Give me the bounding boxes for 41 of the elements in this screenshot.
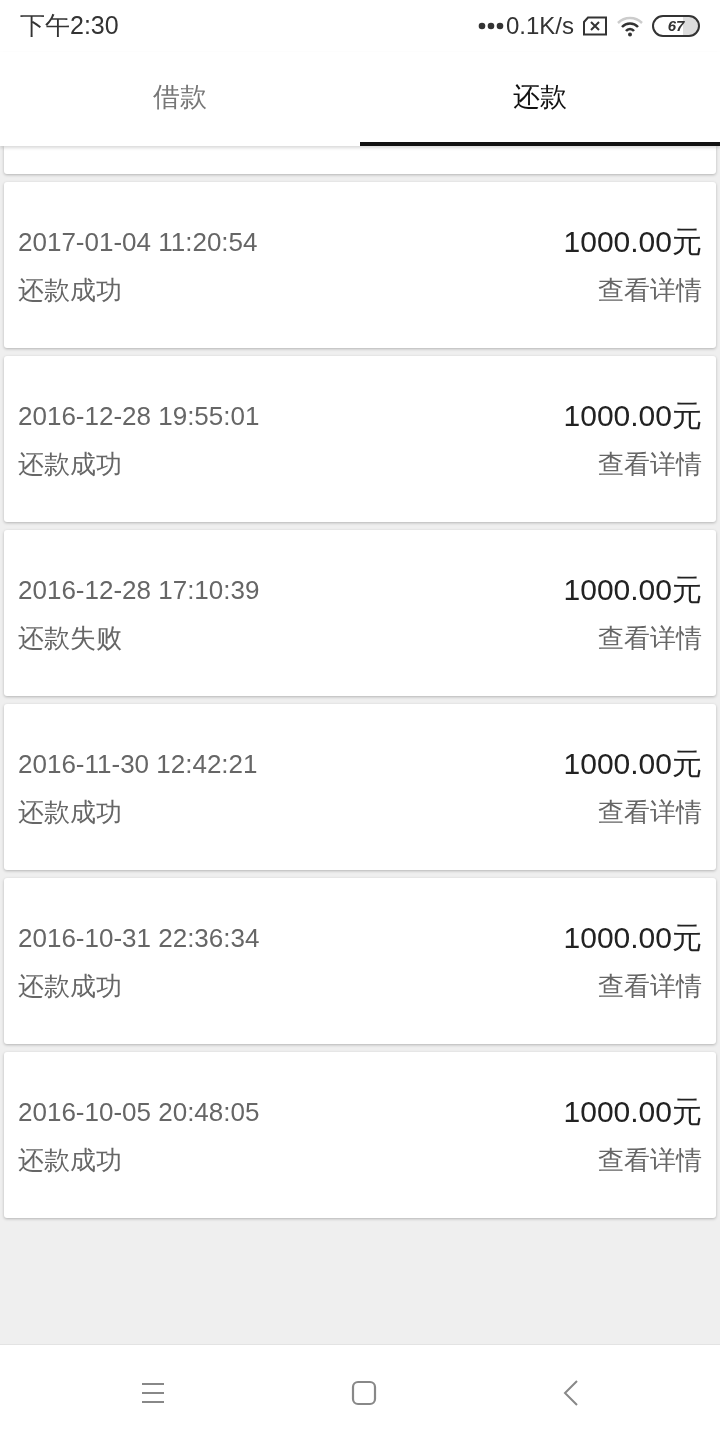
record-time: 2016-12-28 17:10:39 xyxy=(18,574,260,607)
record-time: 2016-10-05 20:48:05 xyxy=(18,1096,260,1129)
record-amount: 1000.00元 xyxy=(563,398,702,434)
record-amount: 1000.00元 xyxy=(563,746,702,782)
details-link[interactable]: 查看详情 xyxy=(598,962,702,1010)
record-time: 2017-01-04 11:20:54 xyxy=(18,226,258,259)
record-card[interactable]: 2016-12-28 19:55:01 还款成功 1000.00元 查看详情 xyxy=(4,356,716,522)
record-amount: 1000.00元 xyxy=(563,572,702,608)
record-amount: 1000.00元 xyxy=(563,920,702,956)
details-link[interactable]: 查看详情 xyxy=(598,788,702,836)
details-link[interactable]: 查看详情 xyxy=(598,266,702,314)
details-link[interactable]: 查看详情 xyxy=(598,1136,702,1184)
record-card[interactable]: 2016-12-28 17:10:39 还款失败 1000.00元 查看详情 xyxy=(4,530,716,696)
menu-icon[interactable] xyxy=(141,1381,165,1404)
home-icon[interactable] xyxy=(351,1379,377,1406)
record-status: 还款成功 xyxy=(18,448,123,481)
back-icon[interactable] xyxy=(563,1379,579,1406)
record-card[interactable]: 2016-10-05 20:48:05 还款成功 1000.00元 查看详情 xyxy=(4,1052,716,1218)
record-card[interactable]: 2016-11-30 12:42:21 还款成功 1000.00元 查看详情 xyxy=(4,704,716,870)
record-time: 2016-12-28 19:55:01 xyxy=(18,400,260,433)
record-status: 还款成功 xyxy=(18,970,123,1003)
sim-card-icon xyxy=(582,16,608,36)
record-time: 2016-10-31 22:36:34 xyxy=(18,922,260,955)
network-speed: 0.1K/s xyxy=(505,11,574,41)
tab[interactable]: 借款 xyxy=(0,52,360,146)
record-status: 还款成功 xyxy=(18,1144,123,1177)
record-card[interactable]: 2017-01-04 11:20:54 还款成功 1000.00元 查看详情 xyxy=(4,182,716,348)
record-amount: 1000.00元 xyxy=(563,224,702,260)
record-status: 还款成功 xyxy=(18,796,123,829)
details-link[interactable]: 查看详情 xyxy=(598,614,702,662)
record-time: 2016-11-30 12:42:21 xyxy=(18,748,258,781)
wifi-icon xyxy=(616,15,644,37)
record-card[interactable]: 2016-10-31 22:36:34 还款成功 1000.00元 查看详情 xyxy=(4,878,716,1044)
dots-icon xyxy=(477,22,504,30)
status-time: 下午2:30 xyxy=(20,10,119,42)
tab[interactable]: 还款 xyxy=(360,52,720,146)
battery-indicator: 67 xyxy=(652,15,700,37)
record-status: 还款成功 xyxy=(18,274,123,307)
details-link[interactable]: 查看详情 xyxy=(598,440,702,488)
record-amount: 1000.00元 xyxy=(563,1094,702,1130)
record-status: 还款失败 xyxy=(18,622,123,655)
